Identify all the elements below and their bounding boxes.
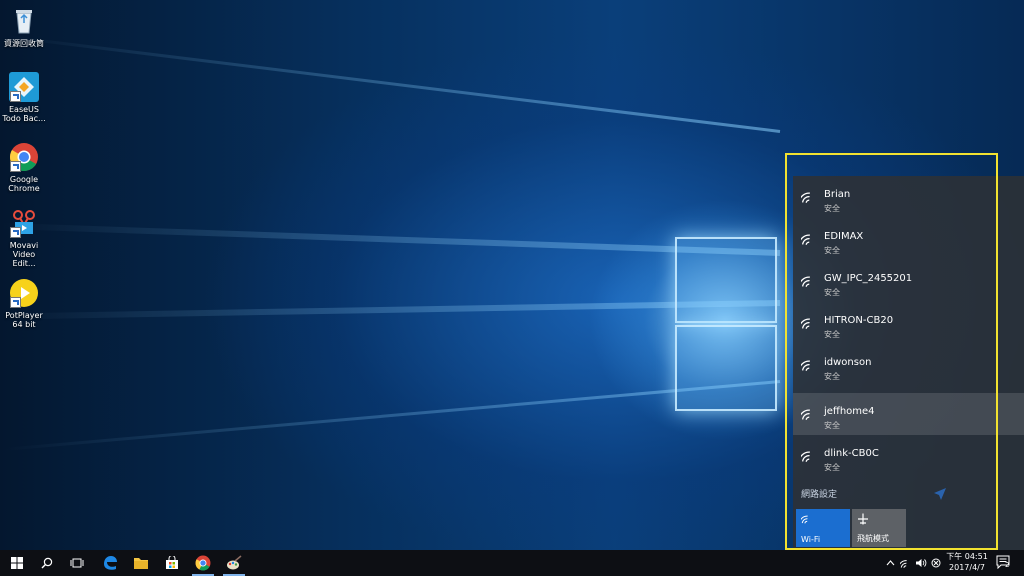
edge-icon <box>104 556 117 570</box>
movavi-icon <box>9 208 39 238</box>
notification-count-badge: 2 <box>1005 561 1010 569</box>
input-method-icon <box>931 558 941 568</box>
highlight-annotation-frame <box>785 153 998 550</box>
windows-logo-graphic <box>675 225 785 415</box>
tray-volume-button[interactable] <box>914 550 928 576</box>
desktop-icon-potplayer[interactable]: PotPlayer 64 bit <box>0 278 48 329</box>
taskbar-clock[interactable]: 下午 04:51 2017/4/7 <box>946 551 988 573</box>
desktop-icon-movavi[interactable]: Movavi Video Edit... <box>0 208 48 268</box>
clock-date: 2017/4/7 <box>949 563 985 572</box>
chrome-icon <box>195 555 211 571</box>
taskbar: 下午 04:51 2017/4/7 2 <box>0 550 1024 576</box>
shortcut-arrow-icon <box>10 297 21 308</box>
light-beam <box>5 34 781 133</box>
recycle-bin-icon <box>9 6 39 36</box>
desktop-icon-label: 資源回收筒 <box>4 39 44 48</box>
taskbar-app-store[interactable] <box>157 550 187 576</box>
taskbar-app-edge[interactable] <box>95 550 125 576</box>
chevron-up-icon <box>886 560 894 566</box>
chrome-icon <box>9 142 39 172</box>
search-button[interactable] <box>32 550 62 576</box>
light-beam <box>2 380 781 451</box>
clock-time: 下午 04:51 <box>946 552 988 561</box>
shortcut-arrow-icon <box>10 227 21 238</box>
desktop-icon-easeus[interactable]: EaseUS Todo Bac... <box>0 72 48 123</box>
desktop-icon-recycle-bin[interactable]: 資源回收筒 <box>0 6 48 48</box>
shortcut-arrow-icon <box>10 91 21 102</box>
desktop-icon-label: Movavi Video Edit... <box>9 241 39 268</box>
potplayer-icon <box>9 278 39 308</box>
start-button[interactable] <box>2 550 32 576</box>
store-icon <box>166 556 178 569</box>
desktop-icon-label: EaseUS Todo Bac... <box>2 105 46 123</box>
taskbar-app-paint[interactable] <box>219 550 249 576</box>
desktop-icon-chrome[interactable]: Google Chrome <box>0 142 48 193</box>
task-view-icon <box>70 558 84 568</box>
speaker-icon <box>916 559 927 567</box>
tray-input-method-button[interactable] <box>929 550 943 576</box>
logo-pane <box>675 237 777 323</box>
desktop-icon-label: PotPlayer 64 bit <box>5 311 43 329</box>
desktop-icon-label: Google Chrome <box>8 175 40 193</box>
logo-pane <box>675 325 777 411</box>
paint-icon <box>227 555 242 570</box>
file-explorer-icon <box>134 558 148 569</box>
tray-overflow-button[interactable] <box>884 550 896 576</box>
wifi-icon <box>900 559 907 568</box>
tray-network-button[interactable] <box>899 550 913 576</box>
light-beam <box>0 222 781 256</box>
task-view-button[interactable] <box>62 550 92 576</box>
taskbar-app-chrome[interactable] <box>188 550 218 576</box>
light-beam <box>0 300 781 320</box>
taskbar-app-file-explorer[interactable] <box>126 550 156 576</box>
search-icon <box>41 557 53 569</box>
easeus-icon <box>9 72 39 102</box>
shortcut-arrow-icon <box>10 161 21 172</box>
start-icon <box>11 557 23 569</box>
